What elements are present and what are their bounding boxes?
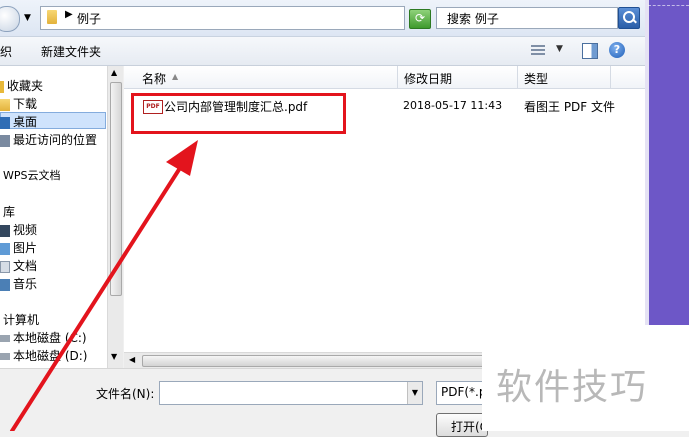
- dashed-line: [648, 5, 689, 6]
- watermark: 软件技巧: [482, 352, 689, 431]
- nav-item-videos[interactable]: 视频: [0, 221, 37, 238]
- nav-item-favorites[interactable]: 收藏夹: [0, 77, 43, 94]
- search-input[interactable]: 搜索 例子: [436, 7, 618, 29]
- document-icon: [0, 260, 10, 273]
- nav-item-music[interactable]: 音乐: [0, 275, 37, 292]
- background-window-purple: [645, 0, 689, 325]
- open-button[interactable]: 打开(O: [436, 413, 488, 437]
- picture-icon: [0, 242, 10, 255]
- scroll-down-icon[interactable]: ▼: [111, 352, 117, 361]
- filename-dropdown-icon[interactable]: ▼: [407, 382, 422, 404]
- music-icon: [0, 278, 10, 291]
- nav-item-recent[interactable]: 最近访问的位置: [0, 131, 97, 148]
- desktop-icon: [0, 116, 10, 129]
- scrollbar-thumb[interactable]: [110, 82, 122, 296]
- breadcrumb-current[interactable]: 例子: [77, 10, 101, 27]
- column-header-row: 名称 ▲ 修改日期 类型: [124, 66, 645, 89]
- column-header-modified[interactable]: 修改日期: [404, 70, 452, 87]
- recent-places-icon: [0, 134, 10, 147]
- nav-item-disk-d[interactable]: 本地磁盘 (D:): [0, 347, 87, 364]
- scroll-left-icon[interactable]: ◀: [129, 355, 135, 364]
- new-folder-button[interactable]: 新建文件夹: [41, 43, 101, 60]
- column-header-type[interactable]: 类型: [524, 70, 548, 87]
- highlight-box: [131, 93, 346, 134]
- scroll-up-icon[interactable]: ▲: [111, 68, 117, 77]
- watermark-text: 软件技巧: [496, 367, 649, 408]
- nav-item-wps-cloud[interactable]: WPS云文档: [0, 167, 61, 183]
- disk-icon: [0, 335, 10, 342]
- file-type: 看图王 PDF 文件: [524, 100, 616, 114]
- view-options-icon[interactable]: [531, 45, 545, 57]
- column-header-name[interactable]: 名称: [142, 70, 166, 87]
- folder-icon: [47, 10, 57, 24]
- nav-vertical-scrollbar[interactable]: ▲ ▼: [107, 66, 123, 368]
- breadcrumb-chevron-icon[interactable]: ▶: [65, 9, 73, 20]
- favorites-star-icon: [0, 80, 4, 93]
- history-dropdown-icon[interactable]: ▼: [24, 13, 31, 23]
- nav-item-library[interactable]: 库: [0, 203, 15, 220]
- nav-item-downloads[interactable]: 下载: [0, 95, 37, 112]
- nav-item-pictures[interactable]: 图片: [0, 239, 37, 256]
- filename-input[interactable]: ▼: [159, 381, 423, 405]
- address-path-field[interactable]: ▶ 例子: [40, 6, 405, 30]
- file-modified: 2018-05-17 11:43: [403, 99, 503, 112]
- filename-label: 文件名(N):: [96, 387, 155, 401]
- search-icon[interactable]: [618, 7, 640, 29]
- command-toolbar: 织 新建文件夹: [0, 37, 645, 66]
- preview-pane-icon[interactable]: [582, 43, 598, 59]
- search-placeholder: 搜索 例子: [447, 12, 499, 26]
- disk-icon: [0, 353, 10, 360]
- nav-item-documents[interactable]: 文档: [0, 257, 37, 274]
- nav-item-computer[interactable]: 计算机: [0, 311, 39, 328]
- back-button[interactable]: [0, 6, 20, 32]
- organize-button[interactable]: 织: [0, 43, 12, 60]
- refresh-icon[interactable]: ⟳: [409, 9, 431, 29]
- video-icon: [0, 224, 10, 237]
- file-type-filter-select[interactable]: PDF(*.p: [436, 381, 488, 405]
- sort-ascending-icon: ▲: [172, 72, 179, 81]
- download-folder-icon: [0, 98, 10, 111]
- nav-item-disk-c[interactable]: 本地磁盘 (C:): [0, 329, 87, 346]
- nav-item-desktop[interactable]: 桌面: [0, 113, 37, 130]
- view-dropdown-icon[interactable]: ▼: [556, 44, 563, 54]
- help-icon[interactable]: ?: [609, 42, 625, 58]
